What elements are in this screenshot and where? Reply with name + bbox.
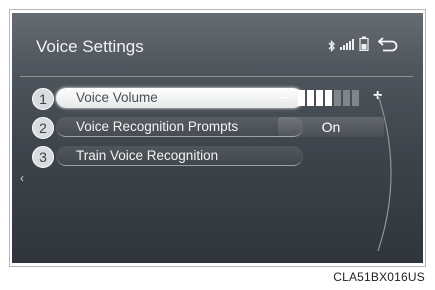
volume-bar bbox=[316, 90, 323, 106]
bluetooth-icon bbox=[328, 39, 336, 57]
train-voice-recognition-button[interactable]: Train Voice Recognition bbox=[56, 146, 303, 166]
voice-recognition-prompts-value[interactable]: On bbox=[278, 117, 384, 137]
setting-row-voice-recognition-prompts: 2 Voice Recognition Prompts bbox=[32, 117, 303, 139]
volume-bar bbox=[298, 90, 305, 106]
volume-bar bbox=[334, 90, 341, 106]
screen-title: Voice Settings bbox=[36, 37, 144, 56]
header-divider bbox=[20, 76, 413, 77]
battery-icon bbox=[359, 36, 369, 56]
display-screen: Voice Settings 1 Voice Volume – + 2 Voic… bbox=[12, 13, 423, 263]
left-chevron-icon: ‹ bbox=[20, 171, 24, 185]
signal-icon bbox=[339, 37, 355, 56]
volume-bar bbox=[307, 90, 314, 106]
setting-row-voice-volume: 1 Voice Volume bbox=[32, 88, 303, 110]
volume-decrease-button[interactable]: – bbox=[280, 87, 289, 107]
item-number-badge: 1 bbox=[32, 88, 54, 110]
figure-code-label: CLA51BX016US bbox=[333, 270, 425, 284]
volume-level-bars bbox=[298, 88, 370, 110]
volume-bar bbox=[352, 90, 359, 106]
scroll-arc-indicator[interactable] bbox=[374, 93, 404, 258]
volume-bar bbox=[325, 90, 332, 106]
item-number-badge: 2 bbox=[32, 117, 54, 139]
setting-row-train-voice-recognition: 3 Train Voice Recognition bbox=[32, 146, 303, 168]
back-arrow-icon[interactable] bbox=[377, 36, 399, 57]
volume-bar bbox=[343, 90, 350, 106]
item-number-badge: 3 bbox=[32, 146, 54, 168]
voice-recognition-prompts-button[interactable]: Voice Recognition Prompts bbox=[56, 117, 303, 137]
voice-volume-button[interactable]: Voice Volume bbox=[56, 88, 303, 108]
